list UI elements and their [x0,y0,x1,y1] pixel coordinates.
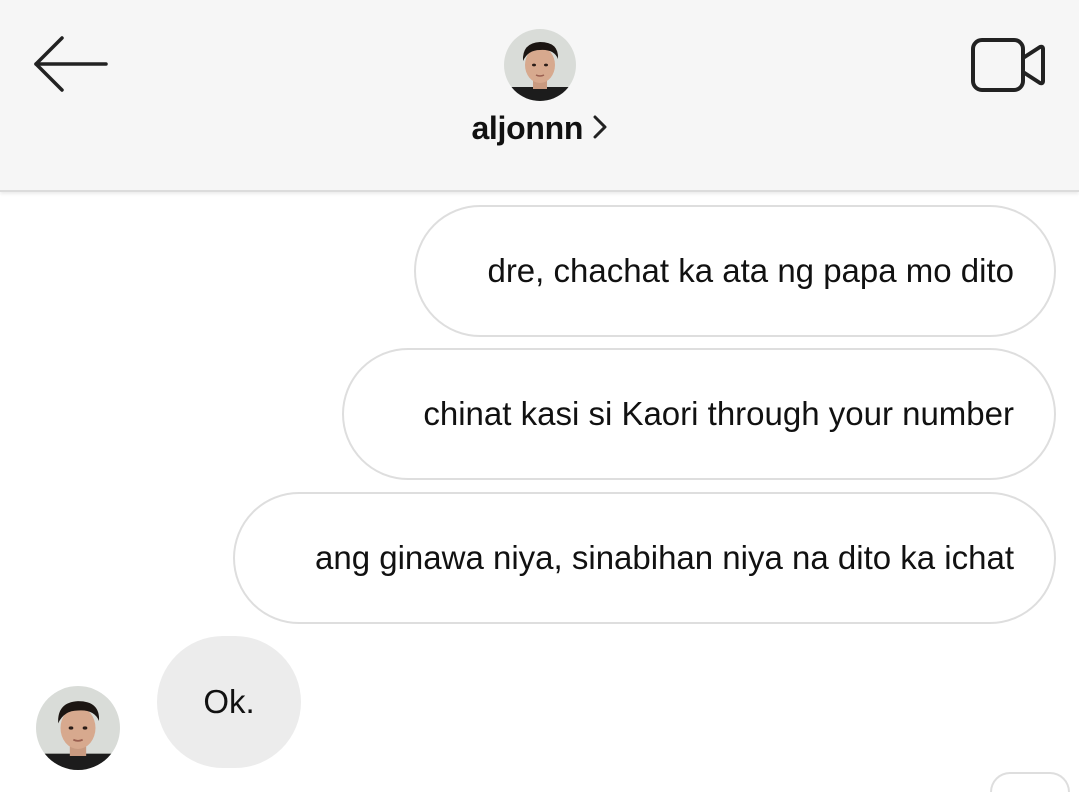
chat-header: aljonnn [0,0,1079,192]
message-bubble-incoming[interactable]: Ok. [157,636,301,768]
profile-link[interactable]: aljonnn [0,110,1079,147]
message-bubble-outgoing[interactable]: chinat kasi si Kaori through your number [342,348,1056,480]
message-bubble-outgoing[interactable]: dre, chachat ka ata ng papa mo dito [414,205,1056,337]
profile-photo [36,686,120,770]
video-camera-icon [971,38,1045,92]
message-bubble-outgoing[interactable]: ang ginawa niya, sinabihan niya na dito … [233,492,1056,624]
username-label: aljonnn [471,110,584,146]
video-call-button[interactable] [968,34,1048,98]
message-text: Ok. [203,683,255,720]
next-message-bubble-edge [990,772,1070,792]
message-text: ang ginawa niya, sinabihan niya na dito … [315,539,1014,576]
message-text: chinat kasi si Kaori through your number [423,395,1014,432]
chevron-right-icon [593,115,607,138]
back-button[interactable] [30,32,112,96]
sender-avatar[interactable] [36,686,120,770]
avatar[interactable] [504,29,576,101]
message-text: dre, chachat ka ata ng papa mo dito [487,252,1014,289]
arrow-left-icon [34,36,108,92]
profile-photo [504,29,576,101]
